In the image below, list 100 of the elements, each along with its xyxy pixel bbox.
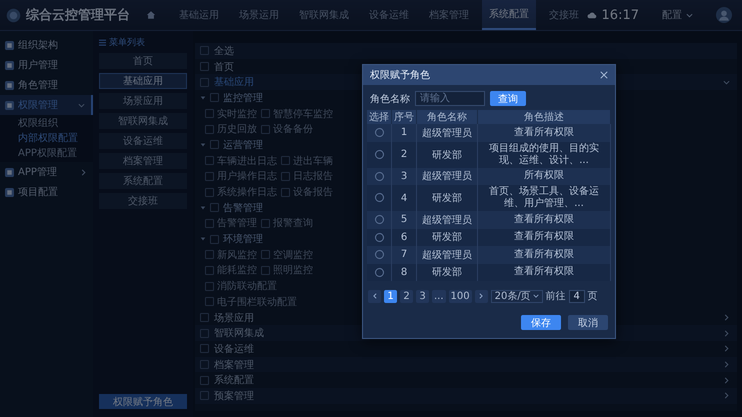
caret-icon[interactable]: [200, 94, 206, 101]
close-icon[interactable]: [600, 71, 608, 79]
checkbox[interactable]: [261, 218, 270, 228]
checkbox[interactable]: [200, 46, 209, 56]
user-menu[interactable]: 配置: [656, 7, 699, 23]
radio-button[interactable]: [374, 193, 384, 202]
sidebar-subitem[interactable]: 内部权限配置: [0, 131, 93, 146]
caret-icon: [532, 294, 539, 298]
checkbox[interactable]: [261, 266, 270, 275]
caret-icon[interactable]: [200, 236, 206, 242]
menu-list-button[interactable]: 系统配置: [99, 173, 187, 189]
chevron-icon[interactable]: [723, 376, 730, 384]
checkbox[interactable]: [205, 109, 214, 118]
permission-label: 电子围栏联动配置: [217, 296, 297, 309]
permission-label: 报警查询: [273, 216, 313, 230]
checkbox[interactable]: [200, 391, 209, 400]
checkbox[interactable]: [261, 109, 270, 118]
checkbox[interactable]: [261, 250, 270, 260]
checkbox[interactable]: [205, 156, 214, 166]
checkbox[interactable]: [200, 313, 209, 322]
nav-tab[interactable]: 场景运用: [232, 0, 286, 30]
page-button[interactable]: 100: [448, 290, 472, 302]
sidebar-item[interactable]: 用户管理: [0, 55, 93, 75]
caret-icon[interactable]: [200, 142, 206, 148]
radio-button[interactable]: [374, 232, 384, 242]
nav-tab[interactable]: 系统配置: [482, 0, 536, 30]
goto-page-field[interactable]: 4: [568, 290, 585, 302]
checkbox[interactable]: [210, 234, 219, 244]
checkbox[interactable]: [205, 282, 214, 291]
chevron-icon[interactable]: [723, 314, 730, 322]
chevron-icon[interactable]: [723, 361, 730, 368]
radio-button[interactable]: [374, 250, 384, 260]
nav-tab[interactable]: 档案管理: [422, 0, 476, 30]
menu-list-button[interactable]: 交接班: [99, 193, 187, 209]
nav-tab[interactable]: 交接班: [542, 0, 586, 30]
previous-page-button[interactable]: [368, 290, 381, 302]
menu-list-button[interactable]: 设备运维: [99, 133, 187, 149]
sidebar-item[interactable]: 组织架构: [0, 35, 93, 55]
menu-list-button[interactable]: 档案管理: [99, 153, 187, 169]
table-cell: 查看所有权限: [478, 264, 610, 281]
radio-button[interactable]: [374, 172, 384, 181]
sidebar-subitem[interactable]: 权限组织: [0, 116, 93, 131]
checkbox[interactable]: [200, 62, 209, 72]
checkbox[interactable]: [205, 250, 214, 260]
nav-tab[interactable]: 智联网集成: [292, 0, 356, 30]
radio-button[interactable]: [374, 150, 384, 159]
checkbox[interactable]: [205, 218, 214, 228]
page-button[interactable]: 3: [416, 290, 429, 302]
avatar-icon[interactable]: [716, 7, 732, 23]
chevron-icon[interactable]: [723, 330, 730, 337]
chevron-icon[interactable]: [723, 78, 730, 86]
checkbox[interactable]: [261, 124, 270, 134]
checkbox[interactable]: [200, 376, 209, 385]
checkbox[interactable]: [205, 266, 214, 275]
checkbox[interactable]: [200, 328, 209, 338]
page-size-select[interactable]: 20条/页: [490, 290, 543, 302]
sidebar-item[interactable]: 角色管理: [0, 75, 93, 95]
sidebar-item[interactable]: 权限管理: [0, 95, 93, 115]
page-button[interactable]: ...: [432, 290, 446, 302]
permission-group-label: 环境管理: [223, 232, 263, 246]
checkbox[interactable]: [200, 360, 209, 370]
checkbox[interactable]: [205, 124, 214, 134]
menu-list-button[interactable]: 场景应用: [99, 93, 187, 109]
permission-label: 系统配置: [214, 374, 254, 388]
checkbox[interactable]: [205, 172, 214, 181]
save-button[interactable]: 保存: [521, 315, 561, 330]
query-button[interactable]: 查询: [490, 91, 526, 106]
nav-tab[interactable]: 设备运维: [362, 0, 416, 30]
menu-list-button[interactable]: 基础应用: [99, 73, 187, 89]
radio-button[interactable]: [374, 215, 384, 224]
checkbox[interactable]: [210, 140, 219, 150]
next-page-button[interactable]: [474, 290, 488, 302]
checkbox[interactable]: [281, 172, 290, 181]
chevron-icon[interactable]: [723, 392, 730, 400]
checkbox[interactable]: [205, 188, 214, 197]
sidebar-item[interactable]: 项目配置: [0, 182, 93, 202]
home-icon[interactable]: [146, 10, 156, 20]
permission-label: 首页: [214, 60, 234, 74]
radio-button[interactable]: [374, 128, 384, 138]
checkbox[interactable]: [200, 344, 209, 354]
checkbox[interactable]: [281, 156, 290, 166]
column-header: 角色描述: [478, 110, 610, 124]
assign-role-button[interactable]: 权限赋予角色: [99, 394, 187, 409]
sidebar-subitem[interactable]: APP权限配置: [0, 146, 93, 161]
nav-tab[interactable]: 基础运用: [172, 0, 226, 30]
page-button[interactable]: 2: [400, 290, 413, 302]
menu-list-button[interactable]: 智联网集成: [99, 113, 187, 129]
checkbox[interactable]: [210, 93, 219, 102]
checkbox[interactable]: [210, 203, 219, 212]
chevron-icon[interactable]: [723, 345, 730, 352]
page-button[interactable]: 1: [384, 290, 397, 302]
checkbox[interactable]: [205, 297, 214, 306]
role-name-field[interactable]: 请输入: [415, 91, 485, 106]
caret-icon[interactable]: [200, 204, 206, 211]
checkbox[interactable]: [281, 188, 290, 197]
cancel-button[interactable]: 取消: [568, 315, 608, 330]
sidebar-item[interactable]: APP管理: [0, 162, 93, 182]
menu-list-button[interactable]: 首页: [99, 53, 187, 69]
radio-button[interactable]: [374, 268, 384, 277]
checkbox[interactable]: [200, 78, 209, 87]
